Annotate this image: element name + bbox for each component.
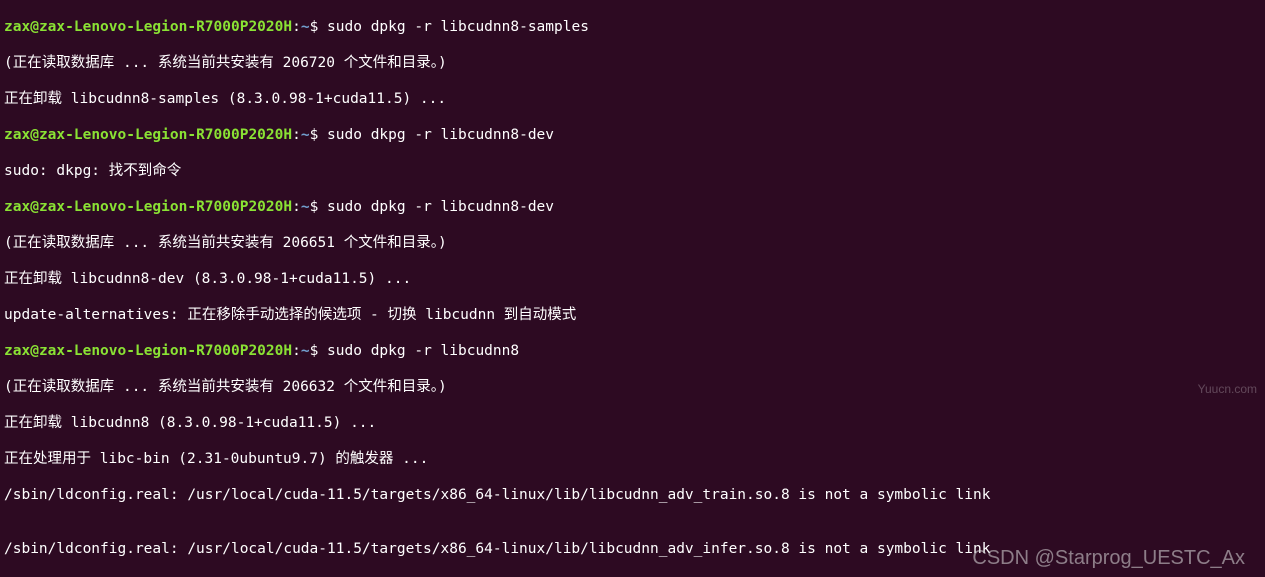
prompt-line[interactable]: zax@zax-Lenovo-Legion-R7000P2020H:~$ sud… — [4, 126, 1261, 144]
prompt-at: @ — [30, 19, 39, 35]
output-line: /sbin/ldconfig.real: /usr/local/cuda-11.… — [4, 486, 1261, 504]
command-input[interactable]: sudo dkpg -r libcudnn8-dev — [327, 127, 554, 143]
output-line: (正在读取数据库 ... 系统当前共安装有 206720 个文件和目录。) — [4, 54, 1261, 72]
output-line: update-alternatives: 正在移除手动选择的候选项 - 切换 l… — [4, 306, 1261, 324]
command-input[interactable]: sudo dpkg -r libcudnn8-samples — [327, 19, 589, 35]
prompt-colon: : — [292, 19, 301, 35]
prompt-line[interactable]: zax@zax-Lenovo-Legion-R7000P2020H:~$ sud… — [4, 198, 1261, 216]
output-line: 正在卸载 libcudnn8-samples (8.3.0.98-1+cuda1… — [4, 90, 1261, 108]
prompt-user: zax — [4, 19, 30, 35]
output-line: 正在处理用于 libc-bin (2.31-0ubuntu9.7) 的触发器 .… — [4, 450, 1261, 468]
prompt-host: zax-Lenovo-Legion-R7000P2020H — [39, 19, 292, 35]
output-line: 正在卸载 libcudnn8 (8.3.0.98-1+cuda11.5) ... — [4, 414, 1261, 432]
prompt-line[interactable]: zax@zax-Lenovo-Legion-R7000P2020H:~$ sud… — [4, 342, 1261, 360]
output-line: sudo: dkpg: 找不到命令 — [4, 162, 1261, 180]
prompt-path: ~ — [301, 19, 310, 35]
command-input[interactable]: sudo dpkg -r libcudnn8 — [327, 343, 519, 359]
output-line: 正在卸载 libcudnn8-dev (8.3.0.98-1+cuda11.5)… — [4, 270, 1261, 288]
output-line: (正在读取数据库 ... 系统当前共安装有 206651 个文件和目录。) — [4, 234, 1261, 252]
prompt-symbol: $ — [310, 19, 319, 35]
output-line: (正在读取数据库 ... 系统当前共安装有 206632 个文件和目录。) — [4, 378, 1261, 396]
output-line: /sbin/ldconfig.real: /usr/local/cuda-11.… — [4, 540, 1261, 558]
terminal-window[interactable]: zax@zax-Lenovo-Legion-R7000P2020H:~$ sud… — [0, 0, 1265, 577]
prompt-line[interactable]: zax@zax-Lenovo-Legion-R7000P2020H:~$ sud… — [4, 18, 1261, 36]
command-input[interactable]: sudo dpkg -r libcudnn8-dev — [327, 199, 554, 215]
